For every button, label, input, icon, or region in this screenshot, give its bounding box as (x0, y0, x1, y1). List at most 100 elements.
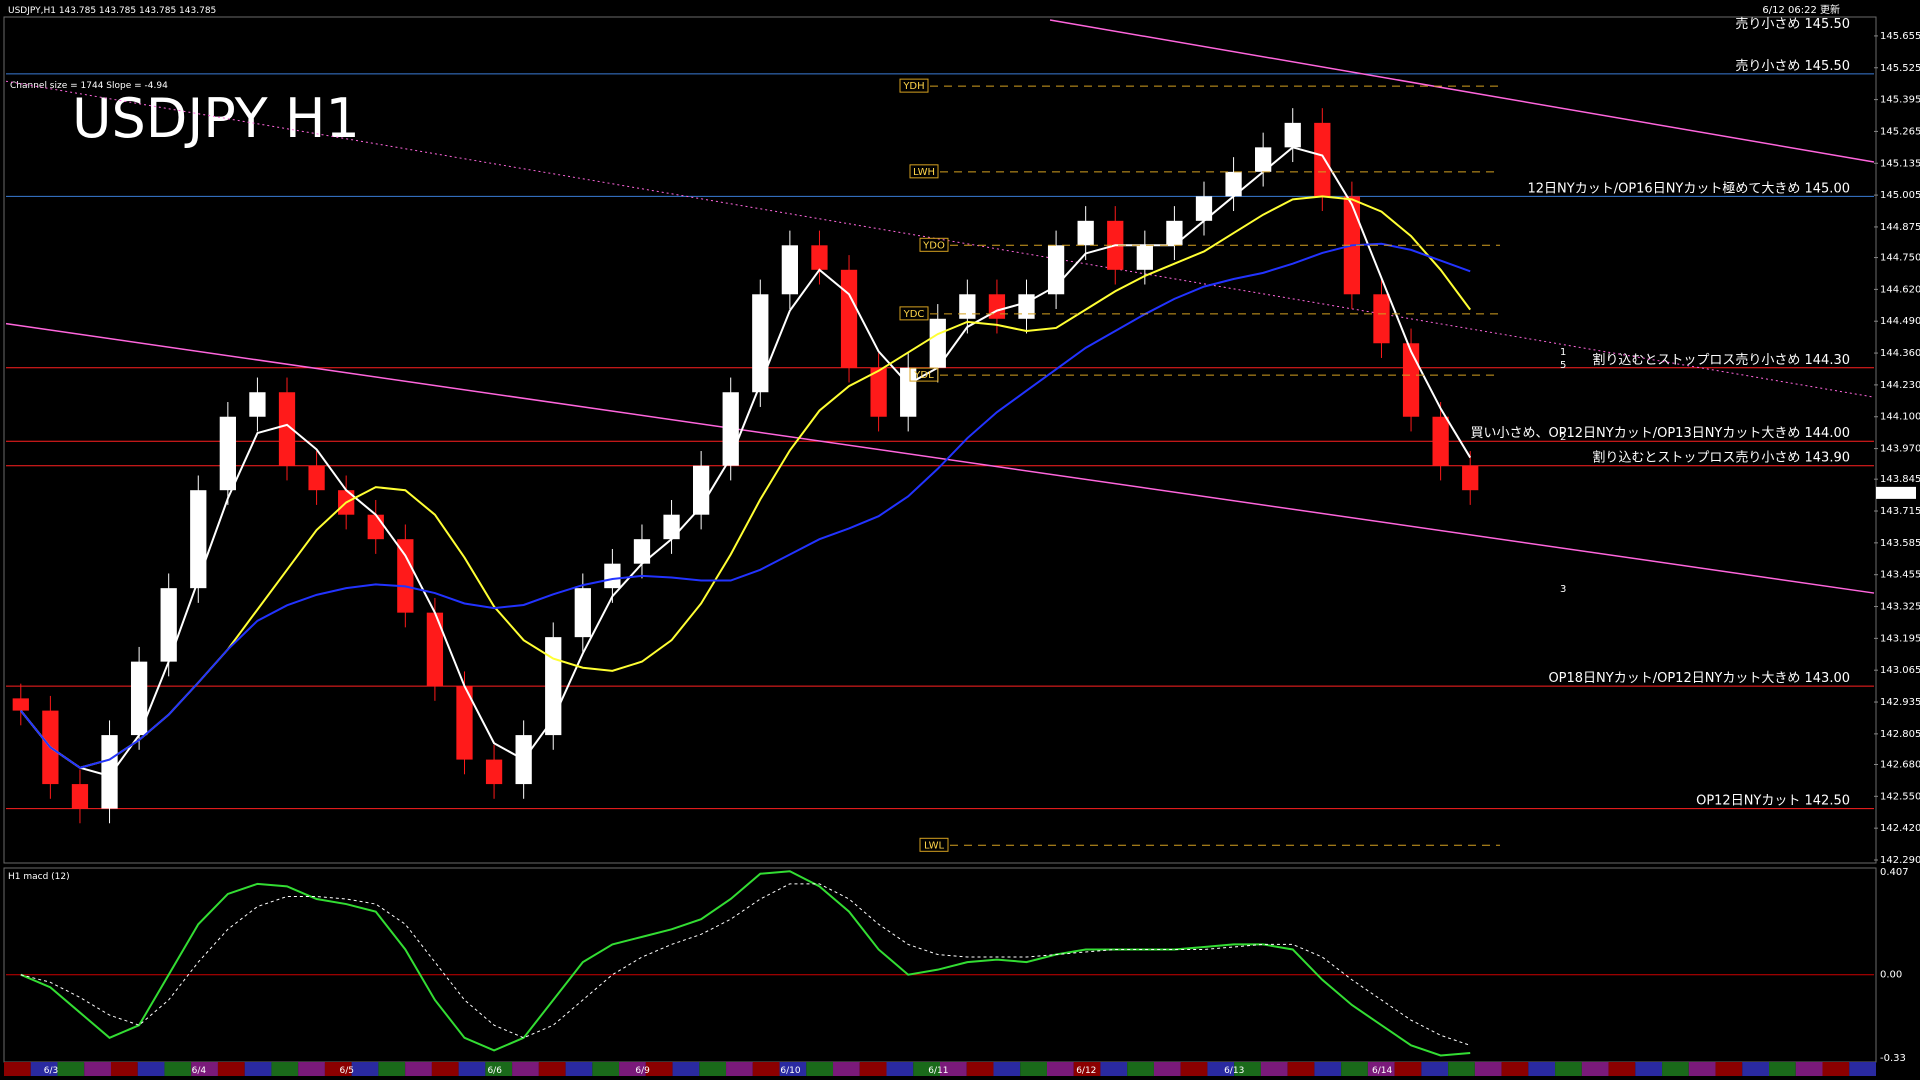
time-segment (512, 1062, 539, 1076)
price-tick-label: 142.550 (1880, 791, 1920, 802)
price-tick-label: 143.455 (1880, 570, 1920, 581)
candle-body (308, 465, 325, 491)
top-note: 売り小さめ 145.50 (1735, 16, 1850, 32)
candle-body (1077, 220, 1094, 246)
time-segment (1501, 1062, 1529, 1076)
time-segment (458, 1062, 486, 1076)
macd-tick-label: -0.33 (1880, 1053, 1906, 1064)
price-tick-label: 143.970 (1880, 444, 1920, 455)
time-segment (1421, 1062, 1449, 1076)
candle-body (1136, 245, 1153, 270)
wave-label: 3 (1560, 584, 1566, 595)
time-segment (1341, 1062, 1368, 1076)
candle-body (604, 563, 621, 589)
time-segment (1180, 1062, 1208, 1076)
level-label: 買い小さめ、OP12日NYカット/OP13日NYカット大きめ 144.00 (1470, 426, 1850, 441)
time-segment (1822, 1062, 1850, 1076)
candle-body (1402, 343, 1420, 417)
time-segment (1260, 1062, 1288, 1076)
time-segment (1314, 1062, 1342, 1076)
time-segment (886, 1062, 914, 1076)
time-segment (538, 1062, 566, 1076)
time-segment (1448, 1062, 1475, 1076)
time-segment (244, 1062, 272, 1076)
candle-body (130, 661, 148, 736)
candle-body (1462, 465, 1479, 491)
time-segment (1715, 1062, 1743, 1076)
time-segment (1581, 1062, 1609, 1076)
price-tick-label: 142.935 (1880, 697, 1920, 708)
level-label: 12日NYカット/OP16日NYカット極めて大きめ 145.00 (1528, 180, 1851, 196)
wave-label: 1 (1560, 347, 1566, 358)
time-segment (298, 1062, 325, 1076)
candle-body (71, 784, 89, 809)
candle-body (1373, 294, 1390, 344)
time-segment (271, 1062, 299, 1076)
date-label: 6/13 (1224, 1066, 1244, 1076)
time-segment (1555, 1062, 1582, 1076)
candle-body (811, 245, 828, 270)
price-tick-label: 145.135 (1880, 158, 1920, 169)
price-tick-label: 143.195 (1880, 633, 1920, 644)
price-tick-label: 145.655 (1880, 31, 1920, 42)
date-label: 6/3 (44, 1066, 58, 1076)
candle-body (988, 294, 1006, 319)
time-segment (966, 1062, 994, 1076)
candle-body (840, 269, 858, 368)
timestamp: 6/12 06:22 更新 (1762, 3, 1840, 16)
time-segment (859, 1062, 887, 1076)
chart-svg: USDJPY,H1 143.785 143.785 143.785 143.78… (3, 3, 1920, 1076)
price-tick-label: 143.325 (1880, 602, 1920, 613)
candle-body (663, 514, 680, 540)
time-segment (1608, 1062, 1636, 1076)
candle-body (722, 392, 739, 466)
candle-body (781, 245, 799, 295)
candle-body (1432, 416, 1449, 466)
price-tick-label: 144.490 (1880, 316, 1920, 327)
time-segment (351, 1062, 379, 1076)
time-segment (137, 1062, 165, 1076)
time-segment (164, 1062, 192, 1076)
price-tick-label: 145.525 (1880, 63, 1920, 74)
time-segment (752, 1062, 780, 1076)
time-segment (565, 1062, 593, 1076)
time-segment (672, 1062, 700, 1076)
time-segment (592, 1062, 620, 1076)
time-segment (1528, 1062, 1556, 1076)
time-axis: 6/3 6/4 6/5 6/6 6/9 6/10 6/11 6/12 6/13 6/14 (4, 1062, 1876, 1076)
date-label: 6/6 (487, 1066, 502, 1076)
price-tick-label: 142.680 (1880, 759, 1920, 770)
level-label: 売り小さめ 145.50 (1735, 58, 1850, 74)
macd-layer: 0.407 0.00 -0.33 (6, 867, 1909, 1064)
time-segment (726, 1062, 753, 1076)
marker-label: LWH (913, 167, 935, 178)
candle-body (367, 514, 384, 540)
time-segment (1474, 1062, 1502, 1076)
marker-label: YDL (913, 370, 934, 381)
date-label: 6/4 (192, 1066, 207, 1076)
marker-label: YDO (922, 240, 945, 251)
time-segment (1127, 1062, 1154, 1076)
time-segment (431, 1062, 459, 1076)
candle-body (190, 490, 207, 589)
time-segment (1287, 1062, 1315, 1076)
time-segment (699, 1062, 727, 1076)
time-segment (57, 1062, 85, 1076)
time-segment (1849, 1062, 1876, 1076)
time-segment (833, 1062, 860, 1076)
price-tick-label: 142.290 (1880, 855, 1920, 866)
price-tick-label: 143.065 (1880, 665, 1920, 676)
candle-body (219, 416, 236, 491)
price-tick-label: 144.875 (1880, 222, 1920, 233)
level-label: 割り込むとストップロス売り小さめ 144.30 (1592, 352, 1850, 368)
ma-fast-line (20, 146, 1472, 778)
sub-title: H1 macd (12) (8, 872, 70, 882)
price-tick-label: 145.395 (1880, 95, 1920, 106)
macd-line (20, 870, 1471, 1057)
time-segment (4, 1062, 31, 1076)
time-segment (1795, 1062, 1823, 1076)
price-tick-label: 144.750 (1880, 253, 1920, 264)
time-segment (1153, 1062, 1181, 1076)
macd-signal-line (20, 883, 1471, 1046)
wave-label: 5 (1560, 360, 1566, 371)
